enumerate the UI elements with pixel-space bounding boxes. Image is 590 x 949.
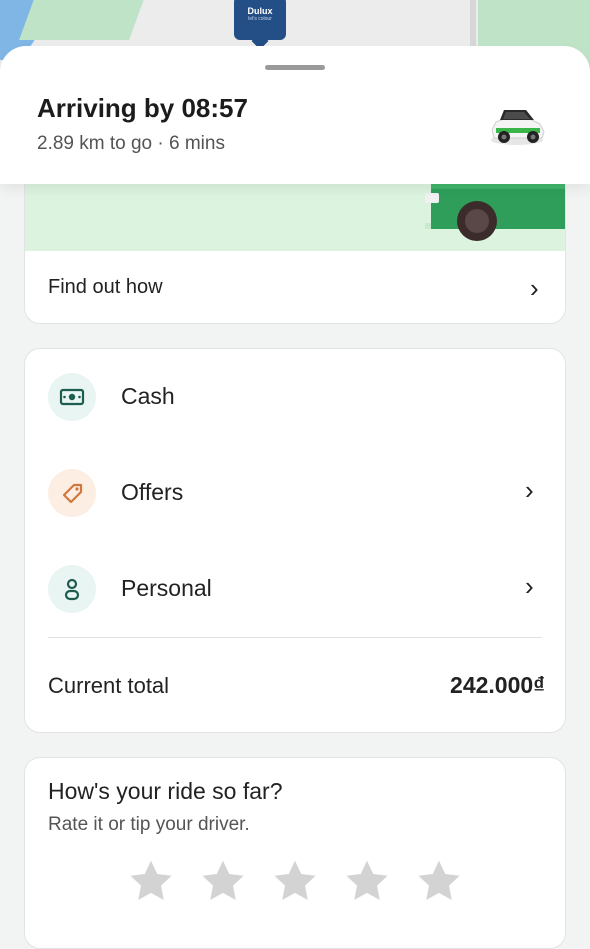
arrival-title: Arriving by 08:57 <box>37 93 248 123</box>
chevron-right-icon[interactable]: › <box>530 275 539 301</box>
chevron-right-icon[interactable]: › <box>525 477 534 503</box>
star-icon[interactable] <box>125 856 177 908</box>
cash-icon <box>48 373 96 421</box>
divider <box>48 637 542 638</box>
rating-subtitle: Rate it or tip your driver. <box>48 814 250 835</box>
promo-card[interactable]: Find out how › <box>24 170 566 324</box>
poi-marker[interactable]: Dulux let's colour <box>234 0 286 40</box>
current-total-value: 242.000₫ <box>450 672 545 698</box>
star-icon[interactable] <box>341 856 393 908</box>
poi-brand: Dulux <box>247 6 273 16</box>
distance-time: 2.89 km to go · 6 mins <box>37 133 225 154</box>
star-icon[interactable] <box>269 856 321 908</box>
star-icon[interactable] <box>413 856 465 908</box>
tag-icon <box>48 469 96 517</box>
payment-card: Cash Offers › Personal › Current total 2… <box>24 348 566 733</box>
drag-handle[interactable] <box>265 65 325 70</box>
rating-question: How's your ride so far? <box>48 778 283 804</box>
chevron-right-icon[interactable]: › <box>525 573 534 599</box>
person-icon <box>48 565 96 613</box>
profile-row[interactable]: Personal <box>121 575 212 602</box>
current-total-label: Current total <box>48 673 170 698</box>
map-park <box>19 0 151 40</box>
poi-tagline: let's colour <box>248 16 272 22</box>
rating-card: How's your ride so far? Rate it or tip y… <box>24 757 566 949</box>
payment-method-cash[interactable]: Cash <box>121 383 175 410</box>
offers-row[interactable]: Offers <box>121 479 183 506</box>
find-out-how-link[interactable]: Find out how <box>48 276 163 299</box>
car-icon <box>491 110 545 145</box>
trip-status-sheet: Arriving by 08:57 2.89 km to go · 6 mins <box>0 46 590 184</box>
star-icon[interactable] <box>197 856 249 908</box>
